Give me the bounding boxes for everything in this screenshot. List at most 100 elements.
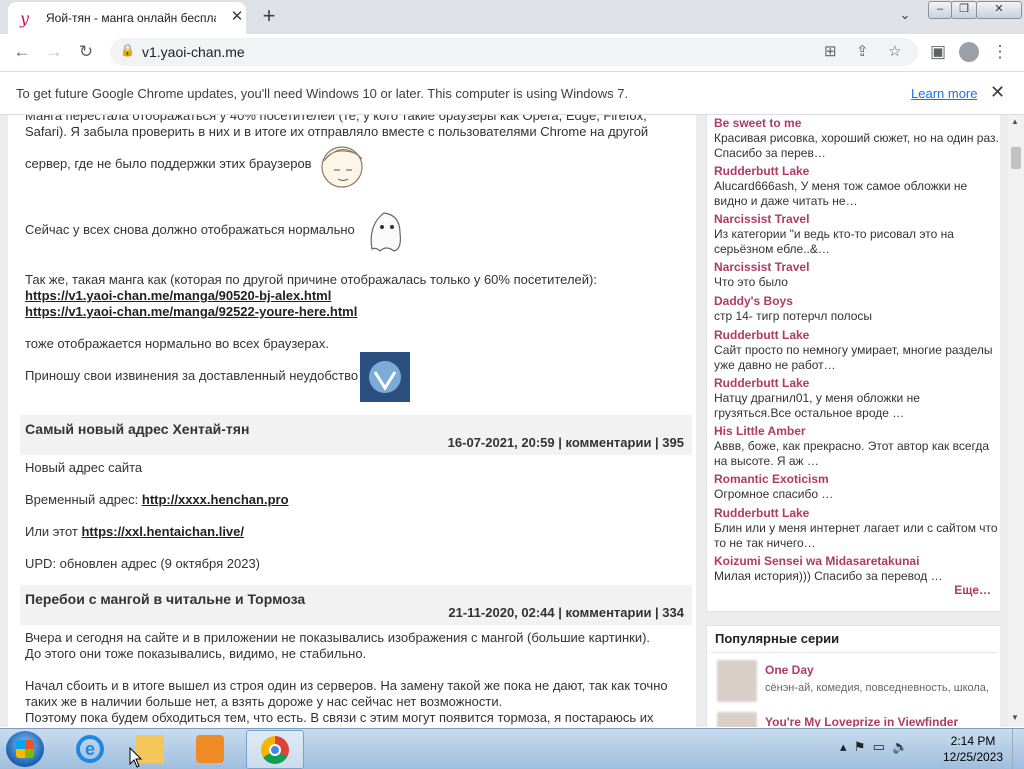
restore-button[interactable]: ❐ [951,1,977,19]
chrome-icon[interactable] [246,730,304,769]
comment-text: Из категории "и ведь кто-то рисовал это … [714,227,954,256]
series-name[interactable]: One Day [765,663,814,677]
window-close-button[interactable]: ✕ [976,1,1022,19]
comment-text: стр 14- тигр потерчл полосы [714,309,873,323]
news-column: Манга перестала отображаться у 40% посет… [8,115,696,727]
series-thumbnail[interactable] [717,712,757,727]
browser-tab[interactable]: y Яой-тян - манга онлайн бесплатно ✕ [8,2,246,34]
page-scrollbar[interactable]: ▲ ▼ [1008,115,1024,727]
comment-text: Alucard666ash, У меня тож самое обложки … [714,179,968,208]
post-text: Поэтому пока будем обходиться тем, что е… [25,710,654,725]
scroll-thumb[interactable] [1011,147,1021,169]
clock-time: 2:14 PM [950,734,996,748]
reload-icon[interactable]: ↻ [74,40,98,64]
comment-item: Be sweet to me Красивая рисовка, хороший … [714,116,999,161]
scroll-down-icon[interactable]: ▼ [1011,713,1019,722]
article-text: Сейчас у всех снова должно отображаться … [25,222,355,237]
infobar-message: To get future Google Chrome updates, you… [16,86,629,101]
post-title[interactable]: Самый новый адрес Хентай-тян [25,421,249,437]
comment-title[interactable]: Koizumi Sensei wa Midasaretakunai [714,554,999,569]
comment-title[interactable]: Rudderbutt Lake [714,506,999,521]
post-text: UPD: обновлен адрес (9 октября 2023) [25,556,261,571]
comment-text: Блин или у меня интернет лагает или с са… [714,521,998,550]
lock-icon[interactable]: 🔒 [120,43,135,57]
clock[interactable]: 2:14 PM 12/25/2023 [938,733,1008,765]
mouse-cursor-icon [129,747,143,768]
close-infobar-icon[interactable]: ✕ [990,82,1005,103]
comment-title[interactable]: Rudderbutt Lake [714,376,999,391]
sidepanel-icon[interactable]: ▣ [926,40,950,64]
star-icon[interactable]: ☆ [888,42,901,60]
manga-link[interactable]: https://v1.yaoi-chan.me/manga/90520-bj-a… [25,288,331,303]
series-name[interactable]: You're My Loveprize in Viewfinder [765,715,958,727]
post-text: Временный адрес: [25,492,142,507]
more-comments-link[interactable]: Еще… [954,583,991,597]
tab-strip: y Яой-тян - манга онлайн бесплатно ✕ + ⌄… [0,0,1024,34]
comment-text: Натцу драгнил01, у меня обложки не грузя… [714,391,920,420]
new-tab-icon[interactable]: + [256,4,282,30]
post-meta[interactable]: 21-11-2020, 02:44 | комментарии | 334 [448,605,684,620]
apology-emote-icon [360,352,410,402]
url-text[interactable]: v1.yaoi-chan.me [142,44,245,60]
comment-text: Огромное спасибо … [714,487,834,501]
comment-title[interactable]: Be sweet to me [714,116,999,131]
manga-link[interactable]: https://v1.yaoi-chan.me/manga/92522-your… [25,304,357,319]
post-text: таких же в наличии больше нет, а взять д… [25,694,503,709]
post-title[interactable]: Перебои с мангой в читальне и Тормоза [25,591,305,607]
learn-more-link[interactable]: Learn more [911,86,977,101]
comment-text: Милая история))) Спасибо за перевод … [714,569,943,583]
popular-series: Популярные серии One Day сёнэн-ай, комед… [706,625,1000,727]
comment-title[interactable]: Rudderbutt Lake [714,164,999,179]
translate-icon[interactable]: ⊞ [824,42,837,60]
article-text: Так же, такая манга как (которая по друг… [25,272,597,287]
comment-title[interactable]: Daddy's Boys [714,294,999,309]
forward-icon[interactable]: → [42,40,66,64]
ie-glyph: e [76,735,104,763]
comment-item: Rudderbutt Lake Натцу драгнил01, у меня о… [714,376,999,421]
browser-toolbar: ← → ↻ 🔒 v1.yaoi-chan.me ⊞ ⇪ ☆ ▣ ⋮ [0,34,1024,72]
system-tray-icons[interactable]: ▴ ⚑ ▭ 🔈 [840,739,908,755]
tab-title: Яой-тян - манга онлайн бесплатно [46,11,216,25]
comment-title[interactable]: His Little Amber [714,424,999,439]
post-text: Или этот https://xxl.hentaichan.live/ [25,524,685,540]
clock-date: 12/25/2023 [942,750,1004,764]
comment-item: Rudderbutt Lake Alucard666ash, У меня тож… [714,164,999,209]
share-icon[interactable]: ⇪ [856,42,869,60]
comment-title[interactable]: Narcissist Travel [714,212,999,227]
comment-item: Rudderbutt Lake Сайт просто по немногу ум… [714,328,999,373]
yaoi-favicon: y [20,9,30,28]
comment-text: Аввв, боже, как прекрасно. Этот автор ка… [714,439,990,468]
comment-title[interactable]: Rudderbutt Lake [714,328,999,343]
series-thumbnail[interactable] [717,660,757,702]
comment-title[interactable]: Narcissist Travel [714,260,999,275]
post-meta[interactable]: 16-07-2021, 20:59 | комментарии | 395 [448,435,684,450]
post-header: Перебои с мангой в читальне и Тормоза 21… [20,585,692,625]
scroll-up-icon[interactable]: ▲ [1011,117,1019,126]
profile-icon[interactable] [959,42,979,62]
media-player-icon[interactable] [182,730,238,767]
address-bar[interactable]: 🔒 v1.yaoi-chan.me ⊞ ⇪ ☆ [110,38,918,66]
hentaichan-link[interactable]: https://xxl.hentaichan.live/ [81,524,244,539]
comment-title[interactable]: Romantic Exoticism [714,472,999,487]
comment-item: Rudderbutt Lake Блин или у меня интернет … [714,506,999,551]
menu-icon[interactable]: ⋮ [988,40,1012,64]
back-icon[interactable]: ← [10,40,34,64]
divider [711,652,997,653]
henchan-link[interactable]: http://xxxx.henchan.pro [142,492,289,507]
tab-search-icon[interactable]: ⌄ [895,7,915,27]
popular-heading: Популярные серии [715,631,840,646]
start-orb-icon[interactable] [6,731,44,767]
ie-icon[interactable]: e [62,730,118,767]
close-tab-icon[interactable]: ✕ [227,7,247,27]
update-infobar: To get future Google Chrome updates, you… [0,72,1024,115]
article-text: сервер, где не было поддержки этих брауз… [25,156,312,171]
show-desktop-button[interactable] [1012,729,1024,769]
post-text: Вчера и сегодня на сайте и в приложении … [25,630,651,645]
post-text: Начал сбоить и в итоге вышел из строя од… [25,678,668,693]
post-text: Или этот [25,524,82,539]
minimize-button[interactable]: – [928,1,952,19]
post-header: Самый новый адрес Хентай-тян 16-07-2021,… [20,415,692,455]
comment-item: Narcissist Travel Что это было [714,260,999,290]
ghost-emote-icon [370,212,401,252]
comment-item: Daddy's Boys стр 14- тигр потерчл полосы [714,294,999,324]
